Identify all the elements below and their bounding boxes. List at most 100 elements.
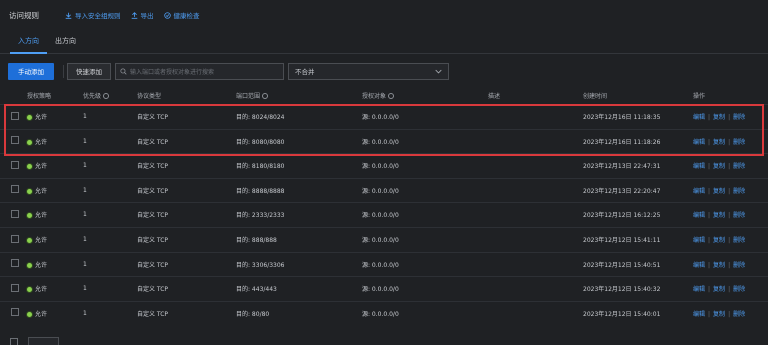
port-cell: 目的: 8024/8024 [236, 114, 285, 121]
search-icon [120, 67, 127, 75]
col-protocol: 协议类型 [137, 92, 162, 100]
search-input[interactable]: 输入端口或者授权对象进行搜索 [115, 62, 284, 80]
row-checkbox[interactable] [11, 209, 19, 220]
table-row: 允许 1 自定义 TCP 目的: 8080/8080 源: 0.0.0.0/0 2023年… [0, 128, 768, 153]
op-separator: | [728, 286, 731, 294]
delete-link[interactable]: 删除 [733, 286, 745, 293]
created-cell: 2023年12月12日 15:41:11 [583, 237, 661, 244]
copy-link[interactable]: 复制 [713, 286, 725, 293]
info-icon[interactable] [262, 93, 269, 99]
op-separator: | [728, 261, 731, 269]
tab-outbound[interactable]: 出方向 [47, 34, 84, 54]
created-cell: 2023年12月12日 15:40:51 [583, 261, 661, 269]
select-all-checkbox[interactable] [10, 338, 18, 345]
source-cell: 源: 0.0.0.0/0 [362, 138, 399, 146]
info-icon[interactable] [388, 93, 395, 99]
copy-link[interactable]: 复制 [713, 139, 725, 146]
delete-link[interactable]: 删除 [733, 114, 745, 121]
priority-cell: 1 [83, 137, 87, 145]
copy-link[interactable]: 复制 [713, 311, 725, 318]
port-cell: 目的: 888/888 [236, 237, 277, 244]
col-port: 端口范围 [236, 91, 269, 100]
op-separator: | [708, 138, 711, 146]
source-cell: 源: 0.0.0.0/0 [362, 286, 399, 294]
operations-cell: 编辑 | 复制 | 删除 [693, 137, 745, 146]
export-link[interactable]: 导出 [131, 10, 154, 20]
copy-link[interactable]: 复制 [713, 114, 725, 121]
row-checkbox[interactable] [11, 185, 19, 195]
created-cell: 2023年12月16日 11:18:35 [583, 114, 661, 121]
delete-link[interactable]: 删除 [733, 311, 745, 318]
edit-link[interactable]: 编辑 [693, 262, 705, 269]
policy-cell: 允许 [27, 137, 47, 146]
delete-link[interactable]: 删除 [733, 163, 745, 170]
table-row: 允许 1 自定义 TCP 目的: 8024/8024 源: 0.0.0.0/0 2023年… [0, 104, 768, 128]
tab-inbound[interactable]: 入方向 [10, 34, 47, 54]
source-cell: 源: 0.0.0.0/0 [362, 114, 399, 121]
op-separator: | [708, 163, 711, 171]
policy-value: 允许 [35, 286, 48, 294]
port-cell: 目的: 80/80 [236, 310, 270, 318]
copy-link[interactable]: 复制 [713, 212, 725, 219]
manual-add-button[interactable]: 手动添加 [8, 62, 54, 80]
created-cell: 2023年12月12日 15:40:01 [583, 310, 661, 318]
protocol-cell: 自定义 TCP [137, 237, 169, 244]
health-check-link[interactable]: 健康检查 [163, 10, 200, 20]
row-checkbox[interactable] [11, 111, 19, 122]
source-cell: 源: 0.0.0.0/0 [362, 163, 399, 171]
merge-select-value: 不合并 [295, 68, 315, 76]
batch-action-button[interactable] [28, 337, 59, 345]
op-separator: | [708, 114, 711, 121]
edit-link[interactable]: 编辑 [693, 163, 705, 170]
row-checkbox[interactable] [11, 160, 19, 171]
merge-select[interactable]: 不合并 [288, 62, 449, 80]
import-rules-link[interactable]: 导入安全组规则 [65, 10, 121, 20]
policy-cell: 允许 [27, 186, 47, 195]
edit-link[interactable]: 编辑 [693, 237, 705, 244]
row-checkbox[interactable] [11, 259, 19, 269]
quick-add-button[interactable]: 快速添加 [67, 62, 111, 80]
delete-link[interactable]: 删除 [733, 212, 745, 219]
direction-tabs: 入方向 出方向 [0, 34, 768, 54]
edit-link[interactable]: 编辑 [693, 139, 705, 146]
row-checkbox[interactable] [11, 283, 19, 294]
table-header: 授权策略 优先级 协议类型 端口范围 授权对象 描述 创建时间 操作 [0, 88, 768, 102]
port-cell: 目的: 443/443 [236, 286, 277, 294]
protocol-cell: 自定义 TCP [137, 286, 169, 294]
operations-cell: 编辑 | 复制 | 删除 [693, 260, 745, 269]
table-row: 允许 1 自定义 TCP 目的: 8180/8180 源: 0.0.0.0/0 2023年… [0, 153, 768, 177]
copy-link[interactable]: 复制 [713, 262, 725, 269]
status-dot-icon [27, 213, 32, 219]
col-operations: 操作 [693, 92, 706, 100]
policy-value: 允许 [35, 310, 48, 318]
edit-link[interactable]: 编辑 [693, 311, 705, 318]
copy-link[interactable]: 复制 [713, 163, 725, 170]
op-separator: | [728, 212, 731, 220]
table-row: 允许 1 自定义 TCP 目的: 8888/8888 源: 0.0.0.0/0 2023年… [0, 177, 768, 202]
row-checkbox[interactable] [11, 308, 19, 318]
priority-cell: 1 [83, 285, 87, 293]
copy-link[interactable]: 复制 [713, 237, 725, 244]
protocol-cell: 自定义 TCP [137, 138, 169, 146]
copy-link[interactable]: 复制 [713, 188, 725, 195]
table-row: 允许 1 自定义 TCP 目的: 888/888 源: 0.0.0.0/0 2023年12… [0, 227, 768, 251]
info-icon[interactable] [103, 93, 110, 99]
edit-link[interactable]: 编辑 [693, 212, 705, 219]
row-checkbox[interactable] [11, 136, 19, 146]
priority-cell: 1 [83, 211, 87, 219]
port-cell: 目的: 8180/8180 [236, 163, 285, 171]
edit-link[interactable]: 编辑 [693, 286, 705, 293]
import-icon [65, 12, 72, 19]
edit-link[interactable]: 编辑 [693, 114, 705, 121]
page-title: 访问规则 [9, 10, 39, 20]
row-checkbox[interactable] [11, 234, 19, 245]
delete-link[interactable]: 删除 [733, 262, 745, 269]
operations-cell: 编辑 | 复制 | 删除 [693, 235, 745, 244]
edit-link[interactable]: 编辑 [693, 188, 705, 195]
delete-link[interactable]: 删除 [733, 139, 745, 146]
policy-value: 允许 [35, 261, 48, 269]
op-separator: | [728, 114, 731, 121]
delete-link[interactable]: 删除 [733, 237, 745, 244]
delete-link[interactable]: 删除 [733, 188, 745, 195]
created-cell: 2023年12月12日 16:12:25 [583, 212, 661, 220]
